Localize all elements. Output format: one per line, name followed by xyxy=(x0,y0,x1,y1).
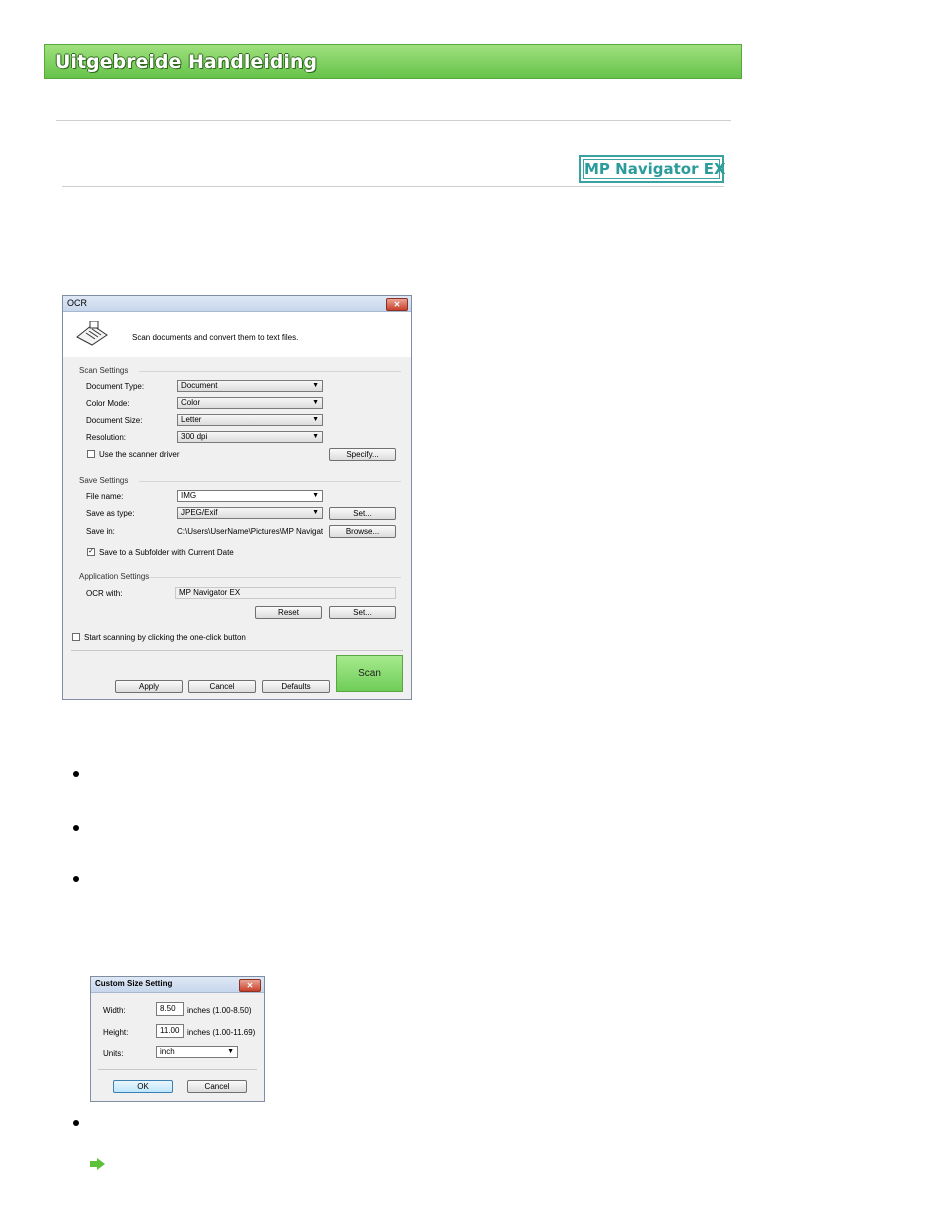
divider xyxy=(139,371,401,372)
chevron-down-icon: ▼ xyxy=(312,382,319,389)
resolution-label: Resolution: xyxy=(86,433,127,442)
chevron-down-icon: ▼ xyxy=(312,433,319,440)
document-type-select[interactable]: Document ▼ xyxy=(177,380,323,392)
ocr-dialog-title: OCR xyxy=(67,298,87,308)
height-label: Height: xyxy=(103,1028,129,1037)
close-icon[interactable]: ✕ xyxy=(239,979,261,992)
file-name-input[interactable]: IMG ▼ xyxy=(177,490,323,502)
apply-button[interactable]: Apply xyxy=(115,680,183,693)
cancel-button[interactable]: Cancel xyxy=(188,680,256,693)
document-size-value: Letter xyxy=(181,415,202,424)
bullet-icon xyxy=(73,771,79,777)
specify-button[interactable]: Specify... xyxy=(329,448,396,461)
height-range: inches (1.00-11.69) xyxy=(187,1028,256,1037)
document-type-label: Document Type: xyxy=(86,382,145,391)
color-mode-label: Color Mode: xyxy=(86,399,130,408)
bullet-icon xyxy=(73,825,79,831)
divider xyxy=(98,1069,257,1070)
ocr-description-panel: Scan documents and convert them to text … xyxy=(63,312,411,357)
divider xyxy=(71,650,403,651)
units-value: inch xyxy=(160,1047,175,1056)
ocr-dialog: OCR ✕ Scan documents and convert them to… xyxy=(62,295,412,700)
width-input[interactable]: 8.50 xyxy=(156,1002,184,1016)
save-as-type-value: JPEG/Exif xyxy=(181,508,218,517)
reset-button[interactable]: Reset xyxy=(255,606,322,619)
arrow-right-icon[interactable] xyxy=(90,1158,105,1170)
scan-document-icon xyxy=(76,321,108,346)
header-banner: Uitgebreide Handleiding xyxy=(44,44,742,79)
save-as-type-select[interactable]: JPEG/Exif ▼ xyxy=(177,507,323,519)
app-set-button[interactable]: Set... xyxy=(329,606,396,619)
save-subfolder-label: Save to a Subfolder with Current Date xyxy=(99,548,234,557)
use-scanner-driver-label: Use the scanner driver xyxy=(99,450,180,459)
product-badge-label: MP Navigator EX xyxy=(583,159,726,179)
browse-button[interactable]: Browse... xyxy=(329,525,396,538)
save-in-label: Save in: xyxy=(86,527,115,536)
one-click-label: Start scanning by clicking the one-click… xyxy=(84,633,246,642)
chevron-down-icon: ▼ xyxy=(312,399,319,406)
defaults-button[interactable]: Defaults xyxy=(262,680,330,693)
one-click-checkbox[interactable] xyxy=(72,633,80,641)
chevron-down-icon: ▼ xyxy=(227,1048,234,1055)
ocr-with-field: MP Navigator EX xyxy=(175,587,396,599)
resolution-value: 300 dpi xyxy=(181,432,208,441)
bullet-icon xyxy=(73,1120,79,1126)
save-in-path: C:\Users\UserName\Pictures\MP Navigato xyxy=(177,527,323,536)
custom-size-dialog: Custom Size Setting ✕ Width: 8.50 inches… xyxy=(90,976,265,1102)
divider xyxy=(149,577,401,578)
height-input[interactable]: 11.00 xyxy=(156,1024,184,1038)
resolution-select[interactable]: 300 dpi ▼ xyxy=(177,431,323,443)
chevron-down-icon: ▼ xyxy=(312,416,319,423)
save-type-set-button[interactable]: Set... xyxy=(329,507,396,520)
bullet-icon xyxy=(73,876,79,882)
chevron-down-icon: ▼ xyxy=(312,509,319,516)
close-icon[interactable]: ✕ xyxy=(386,298,408,311)
ocr-with-label: OCR with: xyxy=(86,589,123,598)
units-select[interactable]: inch ▼ xyxy=(156,1046,238,1058)
units-label: Units: xyxy=(103,1049,124,1058)
use-scanner-driver-checkbox[interactable] xyxy=(87,450,95,458)
divider xyxy=(62,186,724,187)
color-mode-value: Color xyxy=(181,398,201,407)
application-settings-title: Application Settings xyxy=(79,572,150,581)
save-as-type-label: Save as type: xyxy=(86,509,135,518)
width-range: inches (1.00-8.50) xyxy=(187,1006,252,1015)
ocr-description: Scan documents and convert them to text … xyxy=(132,333,299,342)
color-mode-select[interactable]: Color ▼ xyxy=(177,397,323,409)
page-title: Uitgebreide Handleiding xyxy=(55,51,317,73)
save-subfolder-checkbox[interactable]: ✓ xyxy=(87,548,95,556)
document-type-value: Document xyxy=(181,381,218,390)
width-label: Width: xyxy=(103,1006,126,1015)
ok-button[interactable]: OK xyxy=(113,1080,173,1093)
document-size-label: Document Size: xyxy=(86,416,143,425)
save-settings-title: Save Settings xyxy=(79,476,129,485)
ocr-dialog-titlebar: OCR ✕ xyxy=(63,296,411,312)
scan-button[interactable]: Scan xyxy=(336,655,403,692)
file-name-label: File name: xyxy=(86,492,124,501)
document-size-select[interactable]: Letter ▼ xyxy=(177,414,323,426)
cancel-button[interactable]: Cancel xyxy=(187,1080,247,1093)
scan-settings-title: Scan Settings xyxy=(79,366,129,375)
product-badge: MP Navigator EX xyxy=(579,155,726,183)
chevron-down-icon: ▼ xyxy=(312,492,319,499)
custom-size-title: Custom Size Setting xyxy=(95,979,173,988)
file-name-value: IMG xyxy=(181,491,197,500)
custom-size-titlebar: Custom Size Setting ✕ xyxy=(91,977,264,993)
divider xyxy=(139,481,401,482)
divider xyxy=(56,120,731,121)
